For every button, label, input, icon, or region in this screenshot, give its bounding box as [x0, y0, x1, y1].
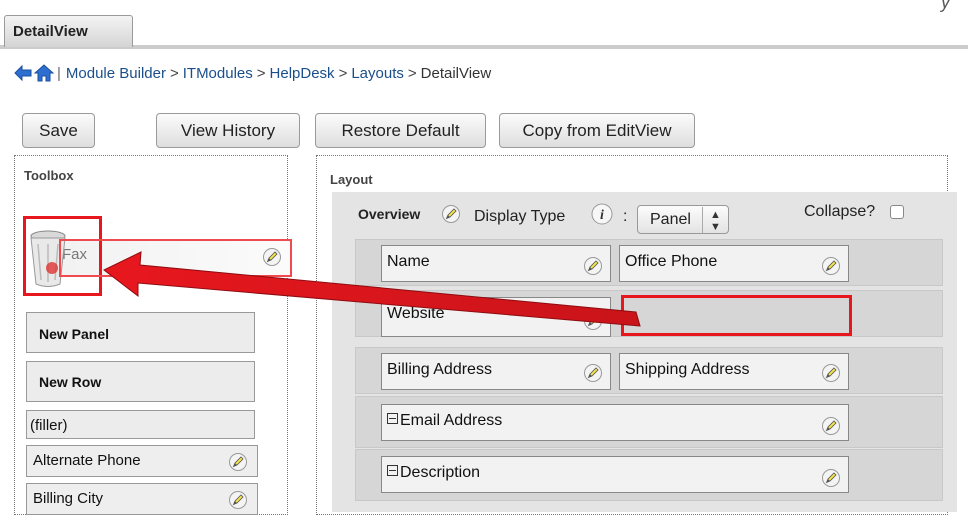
breadcrumb-helpdesk[interactable]: HelpDesk [270, 65, 335, 82]
field-label: Billing Address [387, 361, 492, 378]
layout-field-wide[interactable]: Description [381, 456, 849, 493]
info-icon[interactable]: i [591, 203, 613, 225]
collapse-checkbox[interactable] [890, 205, 904, 219]
filler-item[interactable]: (filler) [26, 410, 255, 439]
back-arrow-icon[interactable] [14, 64, 32, 82]
pencil-icon[interactable] [583, 311, 603, 331]
layout-title: Layout [330, 172, 373, 187]
breadcrumb-module-builder[interactable]: Module Builder [66, 65, 166, 82]
pencil-icon[interactable] [583, 256, 603, 276]
breadcrumb-separator: > [169, 64, 179, 82]
breadcrumb-itmodules[interactable]: ITModules [183, 65, 253, 82]
pencil-icon[interactable] [821, 468, 841, 488]
pencil-icon[interactable] [821, 416, 841, 436]
field-label: Name [387, 253, 430, 270]
breadcrumb: | Module Builder > ITModules > HelpDesk … [14, 61, 491, 85]
corner-glyph: y [941, 0, 950, 12]
pencil-icon[interactable] [821, 363, 841, 383]
toolbox-field[interactable]: Billing City [26, 483, 258, 515]
layout-field[interactable]: Name [381, 245, 611, 282]
breadcrumb-current: DetailView [420, 64, 492, 82]
pencil-icon[interactable] [228, 490, 248, 510]
layout-field[interactable]: Shipping Address [619, 353, 849, 390]
pencil-icon[interactable] [228, 452, 248, 472]
display-type-label: Display Type [474, 208, 566, 225]
breadcrumb-separator: > [407, 64, 417, 82]
display-type-value: Panel [650, 211, 691, 228]
layout-field[interactable]: Office Phone [619, 245, 849, 282]
collapse-label: Collapse? [804, 203, 876, 220]
new-row-item[interactable]: New Row [26, 361, 255, 402]
empty-slot-highlight[interactable] [621, 295, 852, 336]
tab-bar-underline [0, 45, 968, 49]
restore-default-button[interactable]: Restore Default [315, 113, 486, 148]
toolbox-field-label: Alternate Phone [33, 452, 141, 469]
minus-icon[interactable] [387, 413, 398, 425]
display-type-colon: : [623, 208, 628, 225]
home-icon[interactable] [34, 64, 54, 82]
layout-field-wide[interactable]: Email Address [381, 404, 849, 441]
minus-icon[interactable] [387, 465, 398, 477]
fax-highlight [59, 239, 292, 277]
pencil-icon[interactable] [583, 363, 603, 383]
toolbox-field-label: Billing City [33, 490, 104, 507]
field-label: Email Address [400, 412, 503, 429]
breadcrumb-layouts[interactable]: Layouts [351, 65, 404, 82]
view-history-button[interactable]: View History [156, 113, 300, 148]
new-panel-item[interactable]: New Panel [26, 312, 255, 353]
field-label: Description [400, 464, 481, 481]
breadcrumb-separator: > [256, 64, 266, 82]
field-label: Office Phone [625, 253, 718, 270]
breadcrumb-bar: | [57, 64, 61, 82]
field-label: Shipping Address [625, 361, 750, 378]
updown-arrow-icon: ▲ ▼ [702, 207, 728, 233]
pencil-icon[interactable] [821, 256, 841, 276]
layout-field[interactable]: Billing Address [381, 353, 611, 390]
field-label: Website [387, 305, 445, 322]
breadcrumb-separator: > [338, 64, 348, 82]
display-type-select[interactable]: Panel ▲ ▼ [637, 205, 729, 234]
save-button[interactable]: Save [22, 113, 95, 148]
pencil-icon[interactable] [441, 204, 461, 224]
toolbox-field[interactable]: Alternate Phone [26, 445, 258, 477]
tab-detailview[interactable]: DetailView [4, 15, 133, 47]
layout-field[interactable]: Website [381, 297, 611, 337]
toolbox-title: Toolbox [24, 168, 74, 183]
panel-name: Overview [358, 206, 421, 222]
svg-text:i: i [600, 208, 604, 223]
copy-from-editview-button[interactable]: Copy from EditView [499, 113, 695, 148]
